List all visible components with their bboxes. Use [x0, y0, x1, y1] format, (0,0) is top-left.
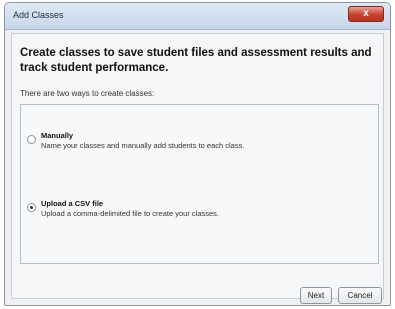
- add-classes-dialog: Add Classes x Create classes to save stu…: [4, 2, 391, 306]
- dialog-content: Create classes to save student files and…: [11, 33, 384, 304]
- option-manually-description: Name your classes and manually add stude…: [41, 141, 245, 150]
- close-icon: x: [363, 8, 369, 19]
- close-button[interactable]: x: [348, 6, 384, 22]
- dialog-heading: Create classes to save student files and…: [20, 47, 372, 74]
- next-button[interactable]: Next: [300, 287, 332, 304]
- option-manually-title: Manually: [41, 131, 74, 140]
- option-upload-csv-description: Upload a comma-delimited file to create …: [41, 209, 219, 218]
- option-upload-csv-title: Upload a CSV file: [41, 199, 104, 208]
- window-title: Add Classes: [13, 10, 64, 20]
- title-bar[interactable]: Add Classes x: [5, 3, 390, 30]
- upload-csv-radio[interactable]: [27, 203, 36, 212]
- options-group: Manually Name your classes and manually …: [20, 104, 379, 264]
- manually-radio[interactable]: [27, 135, 36, 144]
- intro-text: There are two ways to create classes:: [20, 89, 155, 98]
- cancel-button[interactable]: Cancel: [338, 287, 382, 304]
